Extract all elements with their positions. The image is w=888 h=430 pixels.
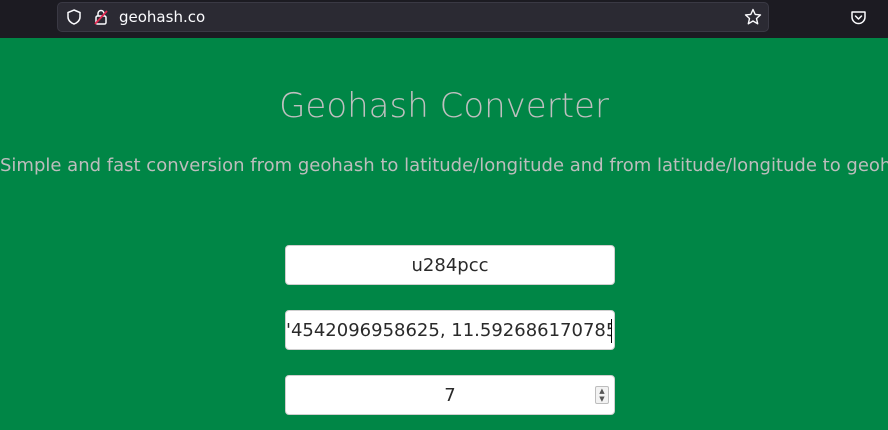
number-spinner[interactable]: ▲ ▼ [595, 386, 609, 404]
increment-icon[interactable]: ▲ [596, 387, 608, 395]
geohash-input[interactable] [286, 246, 614, 284]
latlon-input[interactable] [286, 311, 614, 349]
star-icon[interactable] [744, 8, 762, 26]
pocket-icon[interactable] [850, 9, 867, 26]
url-bar[interactable]: geohash.co [57, 2, 769, 32]
latlon-field-container [285, 310, 615, 350]
url-text[interactable]: geohash.co [119, 8, 205, 26]
page-title: Geohash Converter [279, 86, 609, 126]
shield-icon[interactable] [66, 9, 82, 25]
text-caret [611, 319, 612, 343]
browser-toolbar: geohash.co [0, 0, 888, 38]
lock-icon[interactable] [93, 9, 109, 25]
decrement-icon[interactable]: ▼ [596, 395, 608, 403]
precision-field-container: ▲ ▼ [285, 375, 615, 415]
page-subtitle: Simple and fast conversion from geohash … [0, 155, 888, 176]
precision-input[interactable] [286, 376, 614, 414]
geohash-field-container [285, 245, 615, 285]
